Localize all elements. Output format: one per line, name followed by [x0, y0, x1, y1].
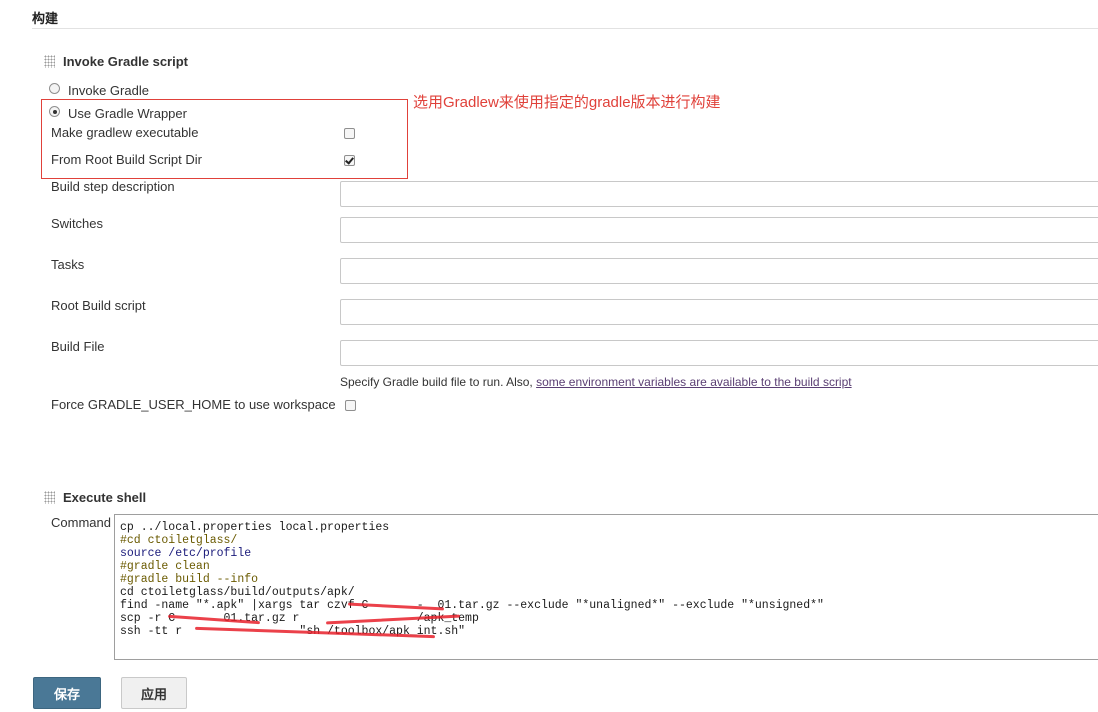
drag-handle-icon[interactable] [44, 55, 55, 68]
switches-label: Switches [51, 216, 104, 231]
force-gradle-user-home-label: Force GRADLE_USER_HOME to use workspace [51, 397, 336, 412]
annotation-highlight-box [41, 99, 408, 179]
build-file-hint: Specify Gradle build file to run. Also, … [340, 375, 852, 389]
build-step-description-label: Build step description [51, 179, 175, 194]
command-line: #gradle build --info [120, 573, 259, 586]
command-textarea[interactable]: cp ../local.properties local.properties … [114, 514, 1098, 660]
root-build-script-input[interactable] [340, 299, 1098, 325]
invoke-gradle-radio[interactable] [49, 83, 60, 94]
gradle-step-title: Invoke Gradle script [63, 54, 188, 69]
command-line: scp -r C 01.tar.gz r /apk_temp [120, 612, 479, 625]
root-build-script-label: Root Build script [51, 298, 146, 313]
force-gradle-user-home-checkbox[interactable] [345, 400, 356, 411]
tasks-label: Tasks [51, 257, 85, 272]
command-line: find -name "*.apk" |xargs tar czvf C - 0… [120, 599, 824, 612]
command-line: source /etc/profile [120, 547, 252, 560]
apply-button[interactable]: 应用 [121, 677, 187, 709]
command-line: cp ../local.properties local.properties [120, 521, 390, 534]
section-divider [32, 28, 1098, 29]
save-button[interactable]: 保存 [33, 677, 101, 709]
command-label: Command [51, 515, 111, 530]
shell-step-title: Execute shell [63, 490, 147, 505]
build-file-input[interactable] [340, 340, 1098, 366]
drag-handle-icon[interactable] [44, 491, 55, 504]
section-title: 构建 [32, 11, 59, 26]
invoke-gradle-label: Invoke Gradle [68, 83, 149, 98]
switches-input[interactable] [340, 217, 1098, 243]
annotation-text: 选用Gradlew来使用指定的gradle版本进行构建 [413, 94, 721, 111]
build-file-hint-text: Specify Gradle build file to run. Also, [340, 375, 537, 389]
build-file-label: Build File [51, 339, 105, 354]
environment-variables-link[interactable]: some environment variables are available… [536, 375, 852, 389]
command-line: #cd ctoiletglass/ [120, 534, 238, 547]
build-step-description-input[interactable] [340, 181, 1098, 207]
tasks-input[interactable] [340, 258, 1098, 284]
command-line: #gradle clean [120, 560, 210, 573]
command-line: cd ctoiletglass/build/outputs/apk/ [120, 586, 355, 599]
